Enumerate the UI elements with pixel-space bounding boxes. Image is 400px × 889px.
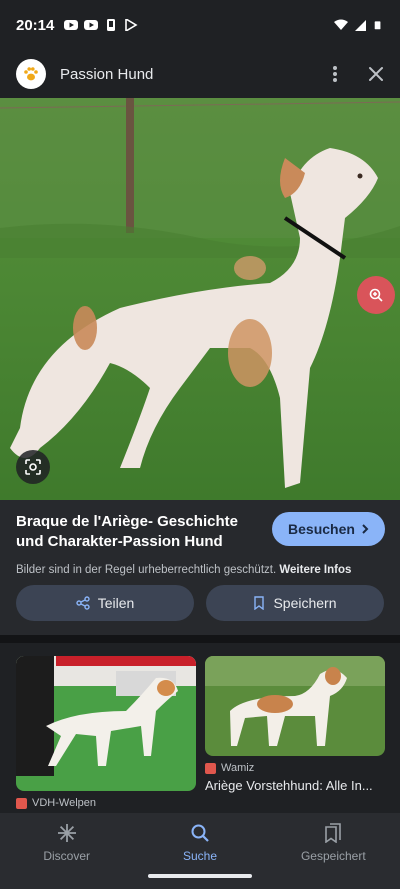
site-logo[interactable] xyxy=(16,59,46,89)
visit-button[interactable]: Besuchen xyxy=(272,512,385,546)
battery-icon xyxy=(374,21,381,30)
preview-image[interactable] xyxy=(0,98,400,500)
zoom-in-icon xyxy=(369,288,383,302)
share-button[interactable]: Teilen xyxy=(16,585,194,621)
result-header: Passion Hund xyxy=(0,50,400,98)
system-icons xyxy=(334,19,384,31)
share-label: Teilen xyxy=(97,595,135,611)
bookmark-icon xyxy=(254,596,265,610)
more-info-link[interactable]: Weitere Infos xyxy=(279,564,351,576)
wamiz-icon xyxy=(205,762,216,774)
google-lens-button[interactable] xyxy=(16,450,50,484)
paw-icon xyxy=(24,67,38,81)
related-image[interactable] xyxy=(16,656,196,791)
play-store-icon xyxy=(125,19,138,31)
youtube-icon xyxy=(84,20,99,30)
wifi-icon xyxy=(334,19,348,30)
copyright-text: Bilder sind in der Regel urheberrechtlic… xyxy=(16,564,277,576)
related-title[interactable]: Ariège Vorstehhund: Alle In... xyxy=(205,778,385,793)
youtube-icon xyxy=(64,20,79,30)
close-icon[interactable] xyxy=(368,66,384,82)
result-info-panel: Braque de l'Ariège- Geschichte und Chara… xyxy=(0,500,400,635)
related-card[interactable]: Wamiz Ariège Vorstehhund: Alle In... xyxy=(205,656,385,793)
nav-saved[interactable]: Gespeichert xyxy=(267,813,400,889)
status-bar: 20:14 xyxy=(0,0,400,50)
nav-saved-label: Gespeichert xyxy=(300,849,366,863)
more-options-icon[interactable] xyxy=(332,65,338,83)
asterisk-icon xyxy=(57,824,76,842)
lens-icon xyxy=(25,459,41,475)
save-label: Speichern xyxy=(273,595,337,611)
site-name[interactable]: Passion Hund xyxy=(60,66,153,83)
related-image[interactable] xyxy=(205,656,385,756)
copyright-notice: Bilder sind in der Regel urheberrechtlic… xyxy=(16,564,384,576)
nav-discover[interactable]: Discover xyxy=(0,813,133,889)
phone-icon xyxy=(107,19,116,31)
save-button[interactable]: Speichern xyxy=(206,585,384,621)
search-icon xyxy=(191,824,209,842)
signal-icon xyxy=(355,20,366,31)
section-divider xyxy=(0,635,400,643)
visit-label: Besuchen xyxy=(288,521,355,537)
nav-search-label: Suche xyxy=(182,849,217,863)
share-icon xyxy=(76,596,90,610)
vdh-icon xyxy=(16,797,27,809)
nav-discover-label: Discover xyxy=(43,849,90,863)
bookmarks-icon xyxy=(325,823,342,843)
home-indicator[interactable] xyxy=(148,874,252,878)
related-card[interactable]: VDH-Welpen xyxy=(16,656,196,809)
related-source: VDH-Welpen xyxy=(16,797,196,809)
related-source: Wamiz xyxy=(205,762,385,774)
result-title[interactable]: Braque de l'Ariège- Geschichte und Chara… xyxy=(16,512,266,552)
chevron-right-icon xyxy=(362,524,369,534)
zoom-button[interactable] xyxy=(357,276,395,314)
status-time: 20:14 xyxy=(16,16,55,34)
related-images: VDH-Welpen Wamiz Ariège Vorstehhund: All… xyxy=(0,643,400,813)
notification-icons xyxy=(64,19,138,31)
